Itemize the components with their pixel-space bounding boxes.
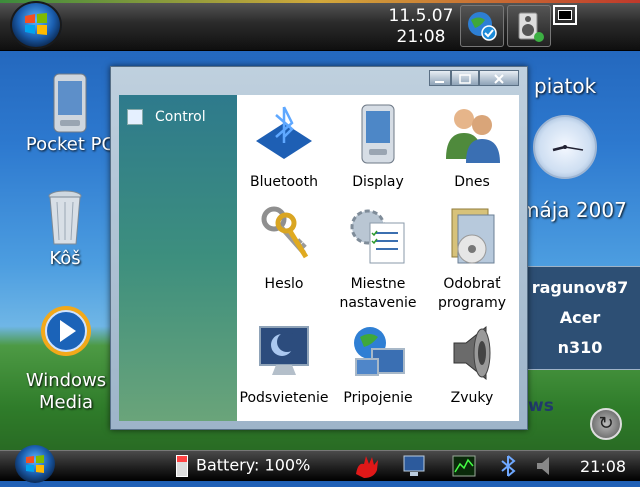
owner-line-3: n310 [557,338,603,357]
minimize-icon [435,81,444,83]
clock-hands-icon [552,145,584,152]
label-zvuky: Zvuky [450,390,494,406]
owner-line-2: Acer [559,308,601,327]
close-button[interactable] [479,70,519,86]
regional-settings-icon [350,209,405,264]
desktop-label-windows: Windows [25,370,107,391]
desktop-icon-pocket-pc[interactable]: Pocket PC [20,72,120,156]
bottom-taskbar: Battery: 100% 21:08 [0,445,640,483]
desktop-label-recycle-bin: Kôš [49,248,81,269]
label-odobrat: Odobrať programy [437,276,507,311]
recycle-bin-icon [48,190,82,245]
sounds-icon [453,325,491,381]
item-podsvietenie[interactable]: Podsvietenie [237,323,331,408]
control-panel-icon [127,109,143,125]
backlight-icon [259,326,309,375]
windows-flag-icon [26,455,44,473]
label-bluetooth: Bluetooth [250,174,318,190]
keys-icon [261,206,309,259]
taskbar-start-button[interactable] [15,445,55,483]
windows-media-icon [41,306,91,356]
label-display: Display [352,174,404,190]
taskbar-time[interactable]: 21:08 [580,457,626,476]
control-panel-window: Control Bluetooth Display Dnes Heslo Mie… [110,66,528,430]
battery-icon [176,455,188,477]
partial-logo-text: ws [528,396,554,416]
volume-button[interactable] [507,5,551,47]
desktop-label-pocket-pc: Pocket PC [25,134,115,155]
today-date: mája 2007 [520,198,627,222]
item-zvuky[interactable]: Zvuky [425,323,519,408]
connectivity-button[interactable] [460,5,504,47]
desktop-icon-recycle-bin[interactable]: Kôš [20,188,110,270]
battery-status[interactable]: Battery: 100% [176,455,310,477]
sidebar-item-control[interactable]: Control [127,109,206,129]
volume-tray-icon[interactable] [534,454,558,478]
desktop-icon-windows-media[interactable]: Windows Media [20,304,112,414]
maximize-icon [459,74,471,84]
panel-content-grid: Bluetooth Display Dnes Heslo Miestne nas… [237,95,519,421]
minimize-button[interactable] [429,70,451,86]
label-pripojenie: Pripojenie [343,390,413,406]
top-status-bar: 11.5.07 21:08 [0,0,640,51]
start-button[interactable] [10,1,62,49]
pocket-pc-icon [53,73,87,133]
windows-flag-icon [25,13,47,35]
item-dnes[interactable]: Dnes [425,103,519,192]
window-switch-button[interactable] [553,5,577,25]
refresh-icon[interactable]: ↻ [590,408,622,440]
battery-text: Battery: 100% [196,455,311,475]
item-bluetooth[interactable]: Bluetooth [237,103,331,192]
today-icon [446,109,500,163]
item-odobrat-programy[interactable]: Odobrať programy [425,205,519,313]
item-display[interactable]: Display [331,103,425,192]
label-miestne: Miestne nastavenie [339,276,417,311]
speaker-icon [518,12,544,42]
remove-programs-icon [451,208,495,264]
bluetooth-icon [256,106,312,159]
label-heslo: Heslo [264,276,304,292]
item-pripojenie[interactable]: Pripojenie [331,323,425,408]
bluetooth-tray-icon[interactable] [496,454,520,478]
task-manager-icon[interactable] [452,454,476,478]
analog-clock [533,115,597,179]
display-icon [361,104,395,164]
maximize-button[interactable] [451,70,479,86]
item-heslo[interactable]: Heslo [237,205,331,294]
owner-name: ragunov87 [531,278,629,297]
connections-icon [354,327,405,376]
item-miestne-nastavenie[interactable]: Miestne nastavenie [331,205,425,313]
label-dnes: Dnes [454,174,490,190]
owner-info-box[interactable]: ragunov87 Acer n310 [518,266,640,370]
top-accent-strip [0,0,640,3]
display-tray-icon[interactable] [402,454,426,478]
status-date[interactable]: 11.5.07 [386,6,456,26]
today-day: piatok [534,74,597,98]
sidebar-label-control: Control [155,109,206,125]
label-podsvietenie: Podsvietenie [239,390,329,406]
status-time[interactable]: 21:08 [386,27,456,47]
desktop-label-media: Media [38,392,94,413]
close-icon [494,74,504,84]
globe-icon [468,12,497,41]
hand-icon[interactable] [352,454,378,478]
window-title-bar [111,67,527,95]
panel-sidebar: Control [119,95,237,421]
